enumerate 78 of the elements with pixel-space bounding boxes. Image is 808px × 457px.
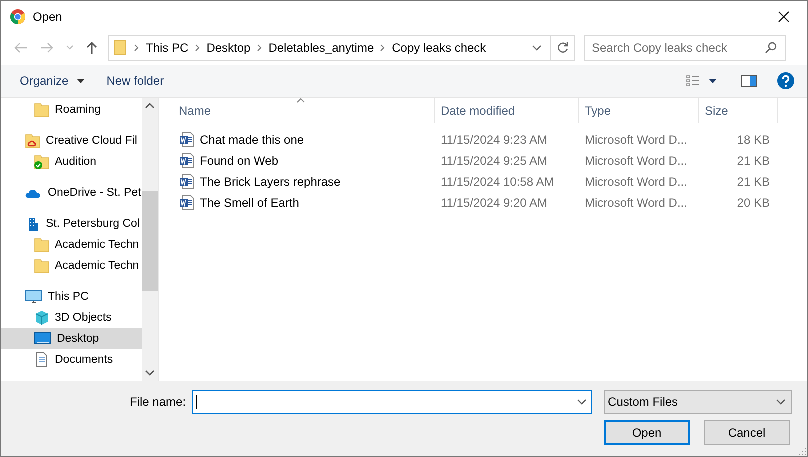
table-cell-text: 11/15/2024 10:58 AM [440, 174, 556, 190]
chevron-icon [134, 44, 140, 52]
view-options-button[interactable] [684, 73, 719, 89]
resize-grip-icon [798, 447, 806, 455]
navigation-item[interactable]: Creative Cloud Fil [1, 130, 142, 151]
navigation-item[interactable]: Audition [1, 151, 142, 172]
table-cell-text: 18 KB [736, 132, 771, 148]
file-name-cell[interactable]: Found on Web [159, 150, 435, 171]
file-name-cell[interactable]: The Smell of Earth [159, 192, 435, 213]
chevron-icon [256, 44, 263, 52]
close-icon [778, 10, 790, 22]
table-cell-text: 21 KB [736, 152, 771, 170]
help-button[interactable] [777, 72, 795, 90]
scroll-down-icon[interactable] [145, 370, 155, 376]
column-header[interactable]: Type [579, 98, 699, 123]
cube-icon [34, 310, 50, 326]
table-cell-text: 11/15/2024 9:20 AM [440, 194, 549, 212]
help-icon [777, 72, 795, 90]
breadcrumb-link[interactable]: Desktop [206, 41, 251, 55]
word-document-icon [179, 152, 195, 168]
navigation-item[interactable]: Roaming [1, 99, 142, 120]
navigation-item[interactable]: Academic Techn [1, 255, 142, 276]
table-cell-text: 11/15/2024 9:23 AM [440, 132, 549, 148]
file-name-cell[interactable]: Chat made this one [159, 129, 435, 150]
chevron-icon [380, 44, 386, 52]
file-name-field[interactable] [192, 390, 592, 414]
navigation-item[interactable]: Academic Techn [1, 234, 142, 255]
file-type-dropdown[interactable]: Custom Files [604, 390, 792, 414]
breadcrumb-link[interactable]: This PC [146, 41, 189, 55]
refresh-button[interactable] [551, 35, 575, 61]
up-arrow-icon[interactable] [86, 41, 98, 55]
navigation-item[interactable]: Desktop [1, 328, 142, 349]
new-folder-button[interactable]: New folder [98, 70, 172, 92]
table-cell-text: Microsoft Word D... [584, 132, 688, 148]
file-name-cell[interactable]: The Brick Layers rephrase [159, 171, 435, 192]
navigation-item[interactable]: Documents [1, 349, 142, 370]
chevron-icon [194, 44, 201, 52]
breadcrumb-link[interactable]: Copy leaks check [392, 41, 486, 55]
navigation-item[interactable]: OneDrive - St. Pet [1, 182, 142, 203]
dropdown-caret-icon[interactable] [577, 399, 588, 405]
scroll-bar[interactable] [142, 98, 158, 381]
navigation-item[interactable]: 3D Objects [1, 307, 142, 328]
word-document-icon [179, 194, 195, 210]
word-document-icon [179, 174, 195, 190]
table-cell-text: 21 KB [736, 174, 771, 190]
document-icon [34, 352, 50, 368]
table-cell-text: Microsoft Word D... [584, 194, 688, 212]
open-button[interactable]: Open [604, 420, 690, 445]
word-document-icon [179, 132, 195, 148]
table-cell-text: Microsoft Word D... [584, 174, 688, 190]
window-title: Open [33, 10, 62, 24]
caret-icon [709, 78, 717, 84]
refresh-icon [556, 42, 568, 54]
table-cell-text: Microsoft Word D... [584, 152, 688, 170]
cancel-button[interactable]: Cancel [704, 420, 790, 445]
browser-logo-icon [10, 8, 26, 24]
field-label: File name: [130, 395, 186, 409]
column-header[interactable]: Name [159, 98, 435, 123]
navigation-item[interactable]: St. Petersburg Col [1, 213, 142, 234]
column-header[interactable]: Date modified [435, 98, 579, 123]
column-header[interactable]: Size [699, 98, 778, 123]
table-cell-text: 20 KB [736, 194, 771, 212]
scroll-up-icon[interactable] [145, 103, 155, 109]
scroll-thumb[interactable] [142, 191, 158, 291]
breadcrumb-link[interactable]: Deletables_anytime [268, 41, 374, 55]
monitor-icon [25, 288, 43, 304]
navigation-item[interactable]: This PC [1, 286, 142, 307]
dropdown-caret-icon[interactable] [532, 45, 542, 51]
caret-icon [76, 78, 85, 84]
search-icon [765, 42, 777, 54]
search-field[interactable]: Search Copy leaks check [584, 35, 786, 61]
dropdown-caret-icon [776, 399, 786, 405]
preview-pane-icon[interactable] [741, 75, 757, 87]
table-cell-text: 11/15/2024 9:25 AM [440, 152, 549, 170]
desktop-icon [34, 330, 52, 346]
address-bar[interactable]: This PC Desktop Deletables_anytime Copy leaks check [108, 35, 551, 61]
organize-button[interactable]: Organize [12, 70, 93, 92]
list-view-icon [686, 75, 700, 87]
